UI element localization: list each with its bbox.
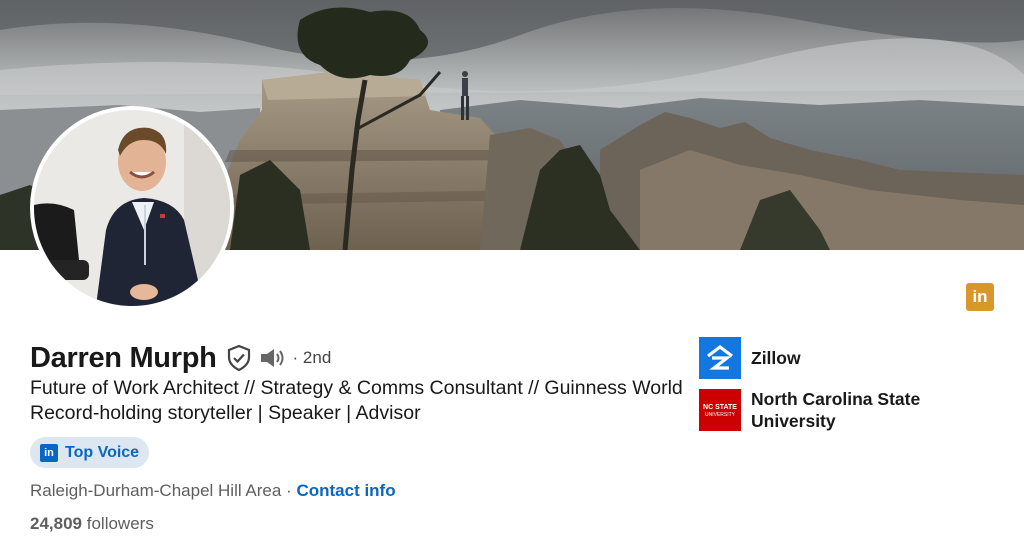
linkedin-premium-icon: in [966,283,994,311]
experience-zillow[interactable]: Zillow [699,337,801,379]
profile-headline: Future of Work Architect // Strategy & C… [30,377,683,424]
location-row: Raleigh-Durham-Chapel Hill Area · Contac… [30,481,396,501]
location-text: Raleigh-Durham-Chapel Hill Area · [30,481,292,500]
speaker-icon[interactable] [259,347,287,369]
svg-text:UNIVERSITY: UNIVERSITY [705,412,736,418]
top-voice-label: Top Voice [65,443,140,461]
zillow-logo-icon [699,337,741,379]
contact-info-link[interactable]: Contact info [296,481,395,500]
school-name: North Carolina State University [751,389,921,431]
svg-text:NC STATE: NC STATE [703,404,737,411]
profile-name: Darren Murph [30,341,217,374]
connection-degree: · 2nd [292,348,332,367]
followers-number: 24,809 [30,514,82,533]
profile-avatar[interactable] [30,106,234,310]
linkedin-icon: in [40,443,58,462]
profile-name-row: Darren Murph · 2nd [30,340,331,376]
education-ncstate[interactable]: NC STATE UNIVERSITY North Carolina State… [699,388,951,432]
top-voice-badge[interactable]: in Top Voice [30,437,150,468]
company-name: Zillow [751,348,801,368]
followers-count[interactable]: 24,809 followers [30,514,154,534]
verified-shield-icon[interactable] [227,345,251,371]
ncstate-logo-icon: NC STATE UNIVERSITY [699,389,741,431]
followers-label: followers [86,514,154,533]
